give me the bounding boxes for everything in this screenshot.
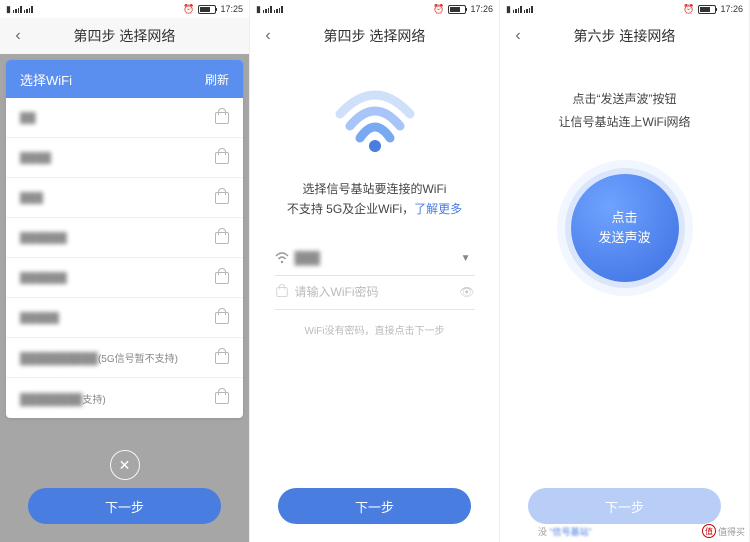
camera-icon: ▮ [506,4,511,15]
back-button[interactable]: ‹ [250,18,286,54]
battery-icon [448,5,466,14]
lock-icon [215,112,229,124]
next-button[interactable]: 下一步 [28,488,221,524]
signal-icon [263,5,272,13]
battery-icon [698,5,716,14]
page-title: 第六步 连接网络 [500,26,749,46]
alarm-icon: ⏰ [183,4,194,15]
wifi-list-title: 选择WiFi [20,70,72,89]
lock-icon [215,352,229,364]
status-bar: ▮ ⏰ 17:25 [0,0,249,18]
wifi-row[interactable]: ██████████(5G信号暂不支持) [6,338,243,378]
chevron-down-icon: ▼ [461,253,471,264]
back-button[interactable]: ‹ [500,18,536,54]
page-title: 第四步 选择网络 [0,26,249,46]
signal-icon [513,5,522,13]
camera-icon: ▮ [256,4,261,15]
wifi-list-card: 选择WiFi 刷新 ██ ████ ███ ██████ ██████ ████… [6,60,243,418]
lock-icon [215,232,229,244]
learn-more-link[interactable]: 了解更多 [414,202,462,216]
wifi-row[interactable]: ████ [6,138,243,178]
status-bar: ▮ ⏰ 17:26 [500,0,749,18]
wifi-icon [330,84,420,159]
lock-icon [215,392,229,404]
hint-text: WiFi没有密码，直接点击下一步 [305,322,445,337]
wifi-list-header: 选择WiFi 刷新 [6,60,243,98]
refresh-button[interactable]: 刷新 [205,71,229,88]
battery-icon [198,5,216,14]
password-input[interactable] [295,285,454,299]
signal-icon [24,5,33,13]
next-button[interactable]: 下一步 [528,488,721,524]
signal-icon [524,5,533,13]
wifi-small-icon [275,252,289,264]
close-button[interactable]: ✕ [110,450,140,480]
status-time: 17:26 [470,4,493,14]
wifi-row[interactable]: ██████ [6,258,243,298]
watermark-icon: 值 [702,524,716,538]
wifi-row[interactable]: █████ [6,298,243,338]
selected-wifi-name: ███ [295,251,321,265]
alarm-icon: ⏰ [683,4,694,15]
prompt-text: 点击“发送声波”按钮 让信号基站连上WiFi网络 [559,88,691,134]
back-button[interactable]: ‹ [0,18,36,54]
signal-icon [13,5,22,13]
send-sound-button[interactable]: 点击 发送声波 [571,174,679,282]
next-button[interactable]: 下一步 [278,488,471,524]
wifi-row[interactable]: ██████ [6,218,243,258]
status-time: 17:25 [220,4,243,14]
lock-icon [276,287,287,297]
lock-icon [215,312,229,324]
bottom-hint: 没 “信号基站” [538,525,592,538]
wifi-row[interactable]: ███ [6,178,243,218]
wifi-row[interactable]: ████████支持) [6,378,243,418]
wifi-row[interactable]: ██ [6,98,243,138]
nav-bar: ‹ 第四步 选择网络 [0,18,249,54]
nav-bar: ‹ 第六步 连接网络 [500,18,749,54]
password-field[interactable]: 👁 [275,276,475,310]
wifi-unsupported-label: (5G信号暂不支持) [98,354,178,365]
watermark: 值值得买 [702,524,745,538]
wifi-support-label: 支持) [82,395,105,406]
signal-icon [274,5,283,13]
toggle-visibility-icon[interactable]: 👁 [459,285,474,299]
nav-bar: ‹ 第四步 选择网络 [250,18,499,54]
alarm-icon: ⏰ [433,4,444,15]
status-time: 17:26 [720,4,743,14]
lock-icon [215,192,229,204]
page-title: 第四步 选择网络 [250,26,499,46]
status-bar: ▮ ⏰ 17:26 [250,0,499,18]
lock-icon [215,152,229,164]
instruction-text: 选择信号基站要连接的WiFi 不支持 5G及企业WiFi，了解更多 [287,179,462,220]
camera-icon: ▮ [6,4,11,15]
wifi-selector[interactable]: ███ ▼ [275,242,475,276]
lock-icon [215,272,229,284]
